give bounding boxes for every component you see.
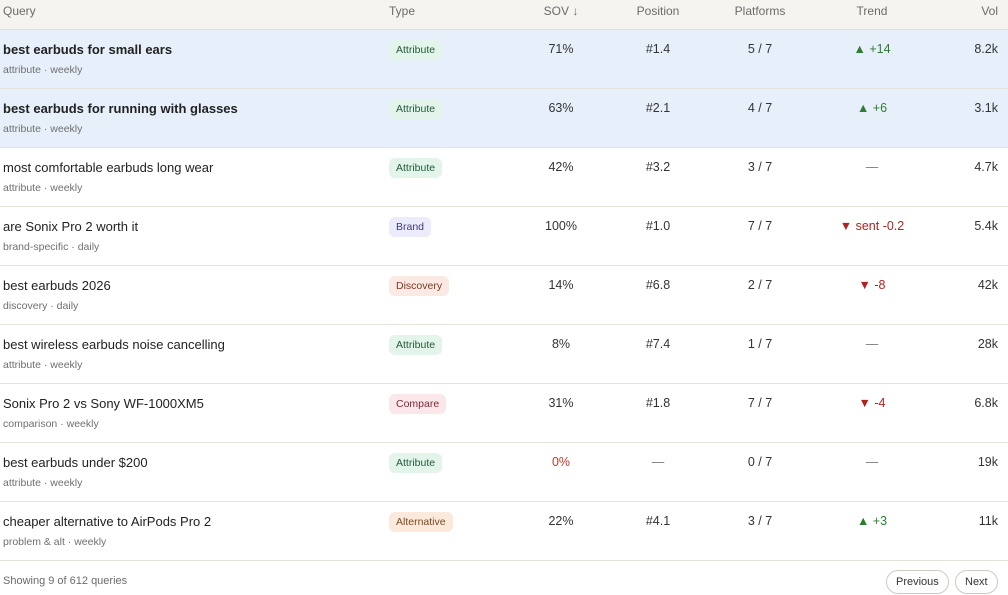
platforms-value: 4 / 7	[747, 101, 773, 115]
sov-value: 63%	[548, 101, 574, 115]
table-row[interactable]: best earbuds for running with glasses at…	[0, 89, 1008, 148]
volume-value: 28k	[977, 337, 998, 351]
position-value: #1.8	[645, 396, 671, 410]
sov-value: 0%	[551, 455, 571, 469]
type-badge: Attribute	[389, 99, 443, 119]
sov-value: 22%	[548, 514, 574, 528]
volume-value: 8.2k	[974, 42, 998, 56]
query-meta: attribute · weekly	[3, 123, 83, 135]
query-text: best earbuds for running with glasses	[3, 101, 238, 116]
table-footer: Showing 9 of 612 queries Previous Next	[0, 561, 1008, 595]
column-header-type[interactable]: Type	[389, 4, 415, 18]
position-value: #6.8	[645, 278, 671, 292]
sov-value: 100%	[545, 219, 577, 233]
volume-value: 19k	[977, 455, 998, 469]
trend-value: ▼ -4	[858, 396, 886, 410]
query-text: best earbuds under $200	[3, 455, 148, 470]
type-badge: Compare	[389, 394, 447, 414]
query-meta: attribute · weekly	[3, 64, 83, 76]
previous-button[interactable]: Previous	[886, 570, 949, 594]
trend-value: ▲ +6	[856, 101, 888, 115]
volume-value: 5.4k	[974, 219, 998, 233]
trend-value: —	[865, 337, 879, 351]
sov-value: 31%	[548, 396, 574, 410]
volume-value: 6.8k	[974, 396, 998, 410]
query-text: are Sonix Pro 2 worth it	[3, 219, 139, 234]
position-value: #7.4	[645, 337, 671, 351]
position-value: #1.0	[645, 219, 671, 233]
volume-value: 4.7k	[974, 160, 998, 174]
sov-value: 8%	[551, 337, 571, 351]
position-value: #4.1	[645, 514, 671, 528]
query-meta: brand-specific · daily	[3, 241, 100, 253]
query-text: best wireless earbuds noise cancelling	[3, 337, 225, 352]
table-row[interactable]: are Sonix Pro 2 worth it brand-specific …	[0, 207, 1008, 266]
type-badge: Attribute	[389, 335, 443, 355]
query-meta: attribute · weekly	[3, 182, 83, 194]
platforms-value: 0 / 7	[747, 455, 773, 469]
query-meta: comparison · weekly	[3, 418, 99, 430]
table-row[interactable]: best earbuds for small ears attribute · …	[0, 30, 1008, 89]
position-value: —	[651, 455, 665, 469]
platforms-value: 3 / 7	[747, 160, 773, 174]
table-row[interactable]: best earbuds 2026 discovery · daily Disc…	[0, 266, 1008, 325]
type-badge: Alternative	[389, 512, 453, 532]
query-text: best earbuds for small ears	[3, 42, 173, 57]
query-text: most comfortable earbuds long wear	[3, 160, 214, 175]
column-header-trend[interactable]: Trend	[821, 4, 923, 18]
query-text: cheaper alternative to AirPods Pro 2	[3, 514, 212, 529]
pagination-info: Showing 9 of 612 queries	[3, 575, 128, 587]
platforms-value: 1 / 7	[747, 337, 773, 351]
position-value: #1.4	[645, 42, 671, 56]
platforms-value: 7 / 7	[747, 396, 773, 410]
table-row[interactable]: cheaper alternative to AirPods Pro 2 pro…	[0, 502, 1008, 561]
position-value: #3.2	[645, 160, 671, 174]
platforms-value: 2 / 7	[747, 278, 773, 292]
table-row[interactable]: most comfortable earbuds long wear attri…	[0, 148, 1008, 207]
type-badge: Attribute	[389, 453, 443, 473]
query-meta: attribute · weekly	[3, 477, 83, 489]
platforms-value: 7 / 7	[747, 219, 773, 233]
column-header-sov[interactable]: SOV ↓	[520, 4, 602, 18]
platforms-value: 3 / 7	[747, 514, 773, 528]
table-row[interactable]: best wireless earbuds noise cancelling a…	[0, 325, 1008, 384]
query-meta: attribute · weekly	[3, 359, 83, 371]
trend-value: —	[865, 160, 879, 174]
column-header-query[interactable]: Query	[3, 4, 36, 18]
sov-value: 42%	[548, 160, 574, 174]
sov-value: 71%	[548, 42, 574, 56]
trend-value: ▲ +3	[856, 514, 888, 528]
type-badge: Brand	[389, 217, 432, 237]
trend-value: ▲ +14	[853, 42, 891, 56]
column-header-vol[interactable]: Vol	[940, 4, 998, 18]
queries-table: Query Type SOV ↓ Position Platforms Tren…	[0, 0, 1008, 595]
type-badge: Attribute	[389, 40, 443, 60]
table-header: Query Type SOV ↓ Position Platforms Tren…	[0, 0, 1008, 30]
platforms-value: 5 / 7	[747, 42, 773, 56]
table-row[interactable]: Sonix Pro 2 vs Sony WF-1000XM5 compariso…	[0, 384, 1008, 443]
position-value: #2.1	[645, 101, 671, 115]
table-row[interactable]: best earbuds under $200 attribute · week…	[0, 443, 1008, 502]
query-text: best earbuds 2026	[3, 278, 111, 293]
volume-value: 11k	[978, 514, 998, 528]
trend-value: ▼ -8	[858, 278, 886, 292]
trend-value: —	[865, 455, 879, 469]
type-badge: Attribute	[389, 158, 443, 178]
query-meta: discovery · daily	[3, 300, 79, 312]
query-text: Sonix Pro 2 vs Sony WF-1000XM5	[3, 396, 204, 411]
volume-value: 3.1k	[974, 101, 998, 115]
trend-value: ▼ sent -0.2	[839, 219, 905, 233]
volume-value: 42k	[977, 278, 998, 292]
next-button[interactable]: Next	[955, 570, 998, 594]
column-header-position[interactable]: Position	[617, 4, 699, 18]
sov-value: 14%	[548, 278, 574, 292]
query-meta: problem & alt · weekly	[3, 536, 107, 548]
column-header-platforms[interactable]: Platforms	[719, 4, 801, 18]
type-badge: Discovery	[389, 276, 450, 296]
